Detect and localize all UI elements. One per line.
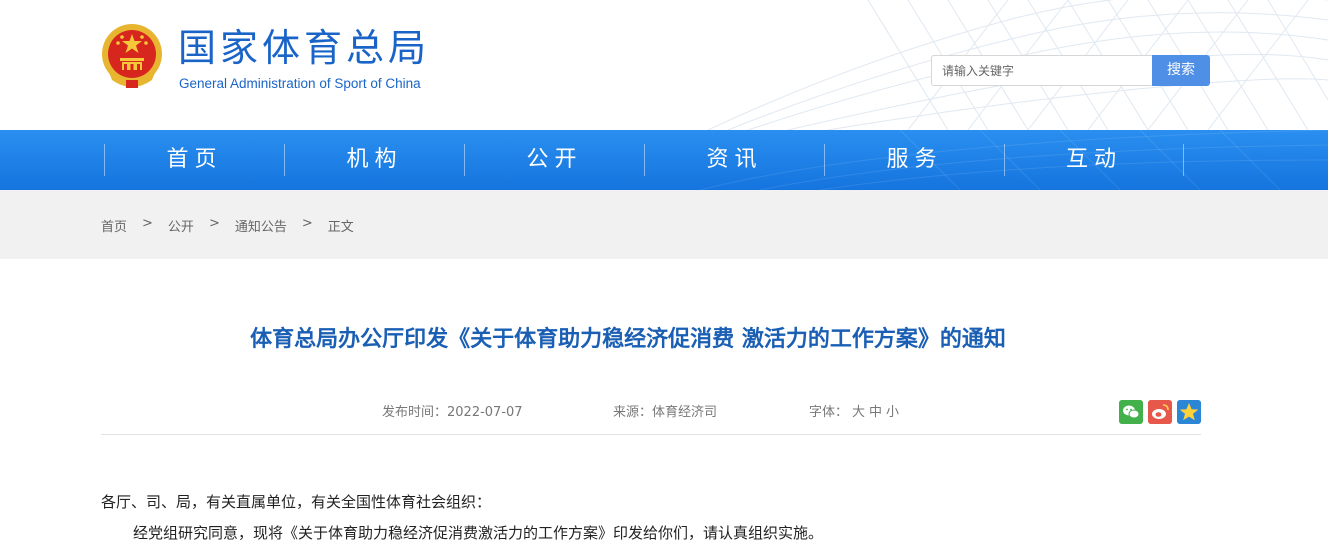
search-input[interactable] <box>931 55 1153 86</box>
site-header: 国家体育总局 General Administration of Sport o… <box>0 0 1328 130</box>
nav-item-services[interactable]: 服务 <box>824 144 1004 176</box>
breadcrumb-separator: > <box>301 216 313 231</box>
site-name-english[interactable]: General Administration of Sport of China <box>179 76 421 92</box>
font-size-medium[interactable]: 中 <box>869 405 882 420</box>
font-size-label: 字体： <box>809 405 849 420</box>
breadcrumb-notices[interactable]: 通知公告 <box>235 216 287 235</box>
publish-time: 发布时间：2022-07-07 <box>382 405 523 420</box>
nav-item-home[interactable]: 首页 <box>104 144 284 176</box>
meta-divider <box>101 434 1201 435</box>
breadcrumb-separator: > <box>142 216 153 231</box>
wechat-icon[interactable] <box>1119 400 1143 424</box>
breadcrumb: 首页 > 公开 > 通知公告 > 正文 <box>101 216 354 235</box>
article-paragraph: 经党组研究同意，现将《关于体育助力稳经济促消费激活力的工作方案》印发给你们，请认… <box>133 524 824 542</box>
nav-item-interaction[interactable]: 互动 <box>1004 144 1184 176</box>
site-name-chinese[interactable]: 国家体育总局 <box>178 26 430 70</box>
qzone-icon[interactable] <box>1177 400 1201 424</box>
article-salutation: 各厅、司、局，有关直属单位，有关全国性体育社会组织： <box>101 493 492 511</box>
font-size-large[interactable]: 大 <box>852 405 865 420</box>
font-size-controls: 字体：大中小 <box>809 404 899 422</box>
breadcrumb-separator: > <box>208 216 220 231</box>
nav-item-public[interactable]: 公开 <box>464 144 644 176</box>
nav-items: 首页 机构 公开 资讯 服务 互动 <box>104 144 1184 176</box>
national-emblem-icon <box>102 24 162 88</box>
weibo-icon[interactable] <box>1148 400 1172 424</box>
nav-item-news[interactable]: 资讯 <box>644 144 824 176</box>
breadcrumb-bar: 首页 > 公开 > 通知公告 > 正文 <box>0 190 1328 259</box>
breadcrumb-current: 正文 <box>327 220 354 235</box>
main-nav: 首页 机构 公开 资讯 服务 互动 <box>0 130 1328 190</box>
font-size-small[interactable]: 小 <box>886 405 899 420</box>
breadcrumb-public[interactable]: 公开 <box>168 216 194 235</box>
search-button[interactable]: 搜索 <box>1152 55 1210 86</box>
breadcrumb-home[interactable]: 首页 <box>101 216 127 235</box>
article-source: 来源：体育经济司 <box>613 405 718 420</box>
nav-item-organization[interactable]: 机构 <box>284 144 464 176</box>
article-title: 体育总局办公厅印发《关于体育助力稳经济促消费 激活力的工作方案》的通知 <box>250 327 1006 352</box>
